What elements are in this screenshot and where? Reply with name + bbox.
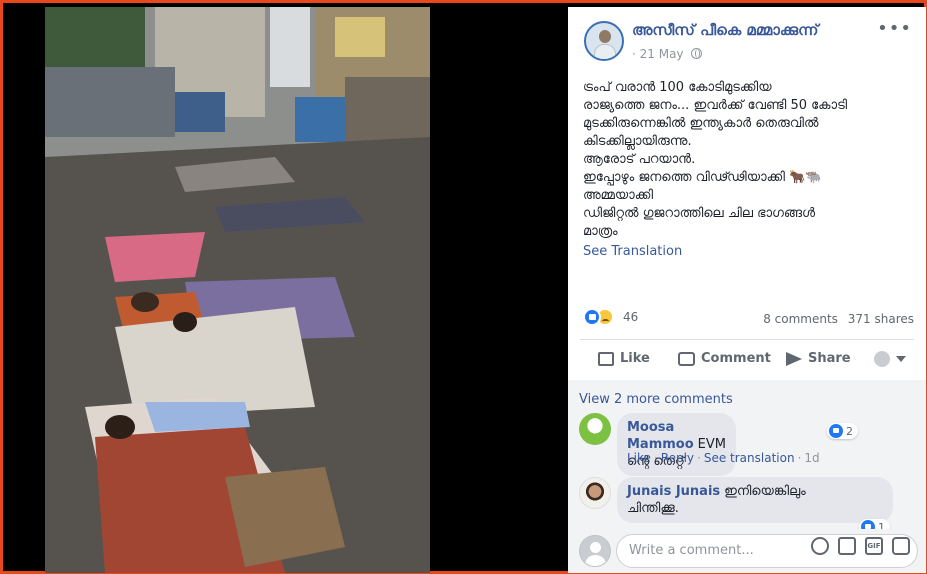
post-date[interactable]: 21 May: [640, 47, 684, 61]
avatar[interactable]: [579, 477, 611, 509]
comment-see-translation-link[interactable]: See translation: [704, 451, 795, 465]
post-text: ട്രംപ് വരാൻ 100 കോടിമുടക്കിയ രാജ്യത്തെ ജ…: [583, 79, 913, 261]
author-avatar[interactable]: [584, 21, 624, 61]
comment-icon: [678, 351, 695, 366]
view-more-comments-link[interactable]: View 2 more comments: [579, 392, 733, 407]
emoji-icon[interactable]: [811, 537, 829, 555]
share-button[interactable]: Share: [786, 351, 851, 366]
comment-button[interactable]: Comment: [678, 351, 771, 366]
globe-icon: [691, 48, 703, 59]
thumbs-up-icon: [598, 351, 614, 366]
like-button[interactable]: Like: [598, 351, 650, 366]
divider: [580, 339, 914, 340]
post-text-line: കിടക്കില്ലായിരുന്നു.: [583, 134, 692, 149]
avatar-icon: [874, 351, 890, 367]
comment-actions: Like · Reply · See translation · 1d: [627, 451, 820, 465]
see-translation-link[interactable]: See Translation: [583, 243, 913, 261]
post-text-line: ട്രംപ് വരാൻ 100 കോടിമുടക്കിയ: [583, 80, 772, 95]
camera-icon[interactable]: [838, 537, 856, 555]
comment-text: ഇനിയെങ്കിലും: [724, 484, 806, 499]
commenter-name[interactable]: Moosa Mammoo: [627, 420, 694, 452]
comments-count[interactable]: 8 comments: [763, 312, 838, 326]
action-bar: Like Comment Share: [580, 345, 916, 377]
like-reaction-icon[interactable]: [583, 308, 601, 326]
like-reaction-icon: [829, 424, 843, 438]
comment-time[interactable]: 1d: [804, 451, 819, 465]
chevron-down-icon: [896, 356, 906, 362]
reaction-count[interactable]: 46: [623, 310, 638, 324]
post-text-line: ആരോട് പറയാൻ.: [583, 152, 696, 167]
post-header: അസീസ് പീകെ മമ്മാക്കുന്ന് · 21 May •••: [584, 20, 916, 67]
post-text-line: മുടക്കിരുന്നെങ്കിൽ ഇന്ത്യകാർ തെരുവിൽ: [583, 116, 819, 131]
comments-section: View 2 more comments Moosa Mammoo EVM ന്റ…: [568, 380, 926, 573]
comment-reaction-count: 2: [846, 424, 853, 438]
street-scene-image: [45, 7, 430, 573]
avatar: [579, 535, 611, 567]
comment-reactions[interactable]: 2: [827, 423, 858, 439]
audience-selector[interactable]: [874, 351, 906, 367]
like-label: Like: [620, 351, 650, 366]
gif-icon[interactable]: GIF: [865, 537, 883, 555]
screenshot-frame: അസീസ് പീകെ മമ്മാക്കുന്ന് · 21 May ••• ട്…: [0, 0, 927, 574]
commenter-name[interactable]: Junais Junais: [627, 484, 720, 499]
post-text-line: ഡിജിറ്റൽ ഗുജറാത്തിലെ ചില ഭാഗങ്ങൾ: [583, 206, 816, 221]
share-icon: [786, 351, 802, 366]
comment-bubble: Moosa Mammoo EVM ന്റെ തെറ്റ്: [617, 413, 736, 476]
author-name[interactable]: അസീസ് പീകെ മമ്മാക്കുന്ന്: [632, 21, 818, 39]
post-panel: അസീസ് പീകെ മമ്മാക്കുന്ന് · 21 May ••• ട്…: [568, 7, 926, 573]
sticker-icon[interactable]: [892, 537, 910, 555]
shares-count[interactable]: 371 shares: [848, 312, 914, 326]
avatar[interactable]: [579, 413, 611, 445]
comment-input-icons: GIF: [811, 537, 910, 555]
share-label: Share: [808, 351, 851, 366]
comment-label: Comment: [701, 351, 771, 366]
post-text-line: മാത്രം: [583, 224, 618, 239]
post-text-line: ഇപ്പോഴും ജനത്തെ വിഢ്ഢിയാക്കി 🐂🐃: [583, 170, 822, 185]
comment-like-link[interactable]: Like: [627, 451, 651, 465]
comment-bubble: Junais Junais ഇനിയെങ്കിലും ചിന്തിക്കൂ.: [617, 477, 893, 523]
engagement-counts: 8 comments 371 shares: [757, 312, 914, 326]
write-comment-row: Write a comment... GIF: [568, 529, 926, 573]
post-text-line: അമ്മയാക്കി: [583, 188, 654, 203]
comment-reply-link[interactable]: Reply: [661, 451, 694, 465]
reactions-bar: 46 8 comments 371 shares: [583, 307, 914, 329]
post-meta: · 21 May: [632, 47, 703, 61]
post-photo[interactable]: [45, 7, 430, 573]
comment-text: ചിന്തിക്കൂ.: [627, 501, 679, 516]
post-text-line: രാജ്യത്തെ ജനം... ഇവർക്ക് വേണ്ടി 50 കോടി: [583, 98, 848, 113]
more-options-icon[interactable]: •••: [877, 20, 912, 38]
